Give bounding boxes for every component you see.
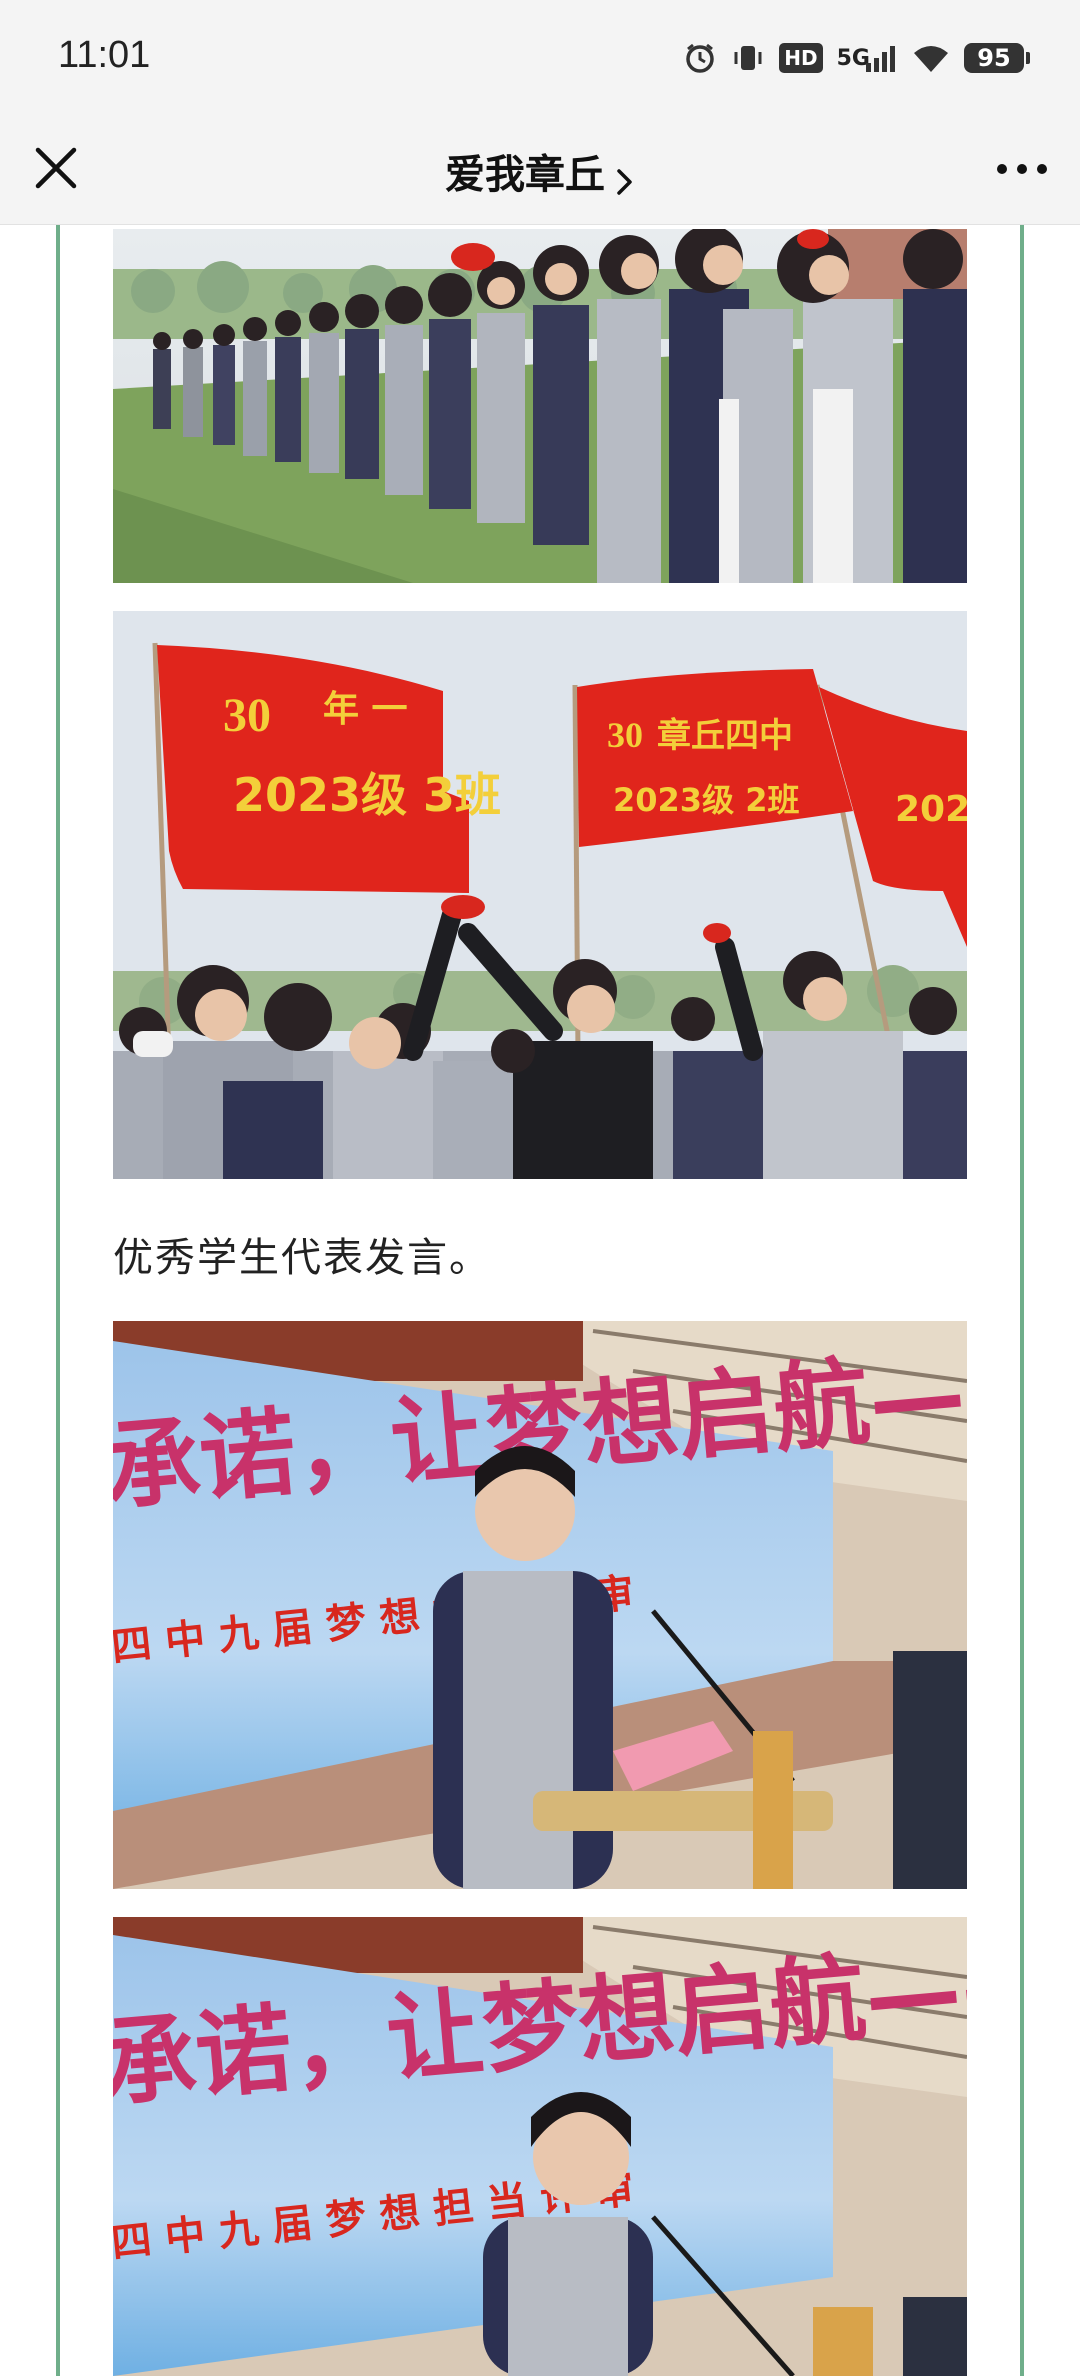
frame-border-left — [56, 225, 60, 2376]
more-icon — [997, 164, 1047, 174]
article-content[interactable]: 30 年 一 2023级 3班 30 章丘四中 2023级 2班 202 优秀学… — [0, 225, 1080, 2376]
photo-speaker-2[interactable]: 承诺，让梦想启航——相约三十年 四 中 九 届 梦 想 担 当 评 审 — [113, 1917, 967, 2376]
flag-2-school: 章丘四中 — [657, 716, 793, 756]
hd-badge: HD — [779, 43, 823, 73]
signal-icon: 5G — [837, 43, 898, 73]
flag-2-numeral: 30 — [607, 715, 643, 755]
photo-speaker-1[interactable]: 承诺，让梦想启航——相约三十年 四 中 九 届 梦 想 担 当 评 审 — [113, 1321, 967, 1889]
more-button[interactable] — [992, 154, 1052, 184]
alarm-icon — [683, 41, 717, 75]
status-bar: 11:01 HD 5G 95 — [0, 0, 1080, 112]
article-caption: 优秀学生代表发言。 — [113, 1235, 491, 1281]
flag-1-class: 2023级 3班 — [233, 768, 501, 822]
wifi-icon — [912, 43, 950, 73]
photo-flags[interactable]: 30 年 一 2023级 3班 30 章丘四中 2023级 2班 202 — [113, 611, 967, 1179]
chevron-right-icon — [615, 165, 635, 203]
status-time: 11:01 — [58, 34, 151, 76]
nav-bar: 爱我章丘 — [0, 112, 1080, 225]
flag-2-class: 2023级 2班 — [613, 781, 799, 819]
flag-3-class: 202 — [895, 789, 967, 830]
frame-border-right — [1020, 225, 1024, 2376]
status-icons: HD 5G 95 — [683, 38, 1030, 78]
account-title-link[interactable]: 爱我章丘 — [0, 142, 1080, 203]
vibrate-icon — [731, 41, 765, 75]
photo-students-line[interactable] — [113, 229, 967, 583]
flag-1-text-top: 年 一 — [323, 689, 408, 730]
flag-1-numeral: 30 — [223, 689, 271, 742]
page-title: 爱我章丘 — [445, 152, 605, 198]
battery-indicator: 95 — [964, 43, 1030, 73]
